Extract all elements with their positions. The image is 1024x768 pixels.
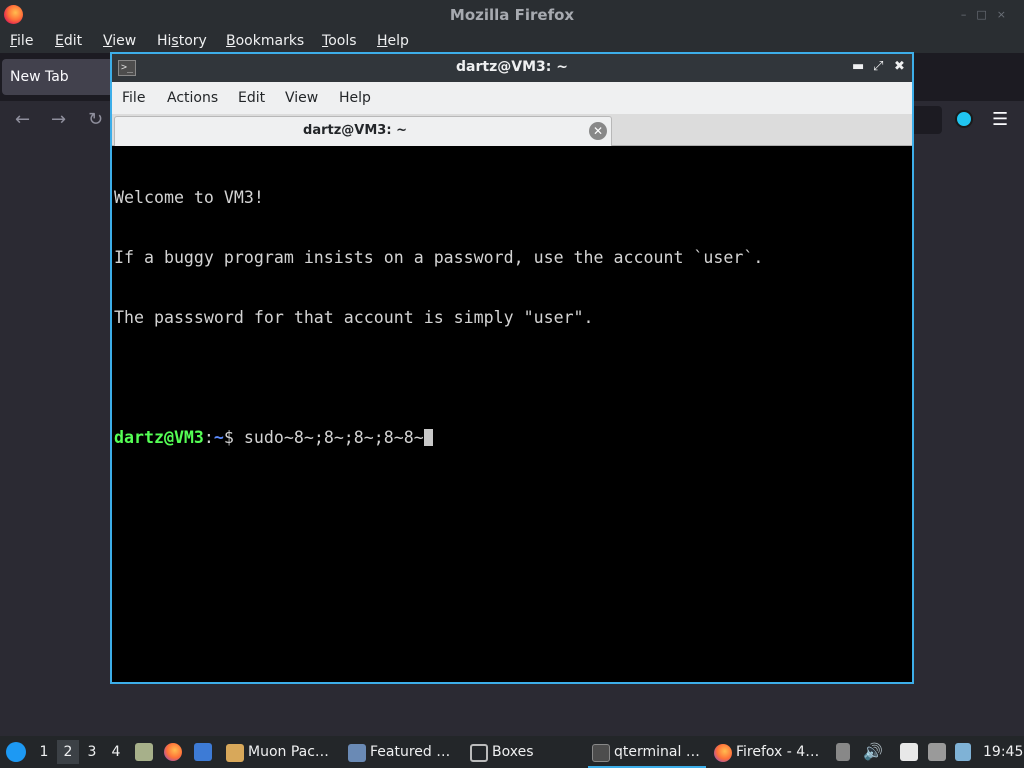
show-desktop-icon[interactable] [194, 743, 212, 761]
terminal-menubar: File Actions Edit View Help [112, 82, 912, 114]
ff-menu-bookmarks[interactable]: Bookmarks [226, 33, 304, 49]
firefox-icon [714, 744, 732, 762]
firefox-window-controls[interactable]: –□× [961, 8, 1016, 21]
ff-menu-history[interactable]: History [157, 33, 207, 49]
term-menu-actions[interactable]: Actions [167, 90, 218, 106]
ff-menu-file[interactable]: File [10, 33, 33, 49]
clipboard-icon[interactable] [900, 743, 918, 761]
term-menu-edit[interactable]: Edit [238, 90, 265, 106]
update-notifier-icon[interactable] [955, 743, 971, 761]
desktop-1[interactable]: 1 [33, 740, 55, 764]
application-launcher-icon[interactable] [6, 742, 26, 762]
prompt-symbol: $ [223, 428, 244, 447]
task-firefox[interactable]: Firefox - 4… [710, 738, 828, 768]
terminal-tabbar: dartz@VM3: ~ ✕ [112, 114, 912, 146]
ff-menu-tools[interactable]: Tools [322, 33, 357, 49]
terminal-line: The passsword for that account is simply… [114, 308, 594, 327]
terminal-window-title: dartz@VM3: ~ [456, 59, 568, 75]
terminal-icon [592, 744, 610, 762]
maximize-icon[interactable]: ⤢ [873, 59, 883, 74]
prompt-user-host: dartz@VM3 [114, 428, 204, 447]
command-input[interactable]: sudo~8~;8~;8~;8~8~ [244, 428, 424, 447]
boxes-icon [470, 744, 488, 762]
term-menu-file[interactable]: File [122, 90, 145, 106]
firefox-launcher-icon[interactable] [164, 743, 182, 761]
clock[interactable]: 19:45 [983, 744, 1023, 760]
hamburger-menu-icon[interactable]: ☰ [992, 109, 1008, 130]
task-boxes[interactable]: Boxes [466, 738, 584, 768]
desktop-2[interactable]: 2 [57, 740, 79, 764]
task-qterminal[interactable]: qterminal … [588, 738, 706, 768]
back-icon[interactable]: ← [15, 109, 30, 130]
volume-icon[interactable]: 🔊 [863, 742, 883, 761]
reload-icon[interactable]: ↻ [88, 109, 103, 130]
taskbar: 1 2 3 4 Muon Pac… Featured … Boxes qterm… [0, 736, 1024, 768]
task-muon-package-manager[interactable]: Muon Pac… [222, 738, 340, 768]
prompt-path: ~ [213, 428, 224, 447]
firefox-titlebar: Mozilla Firefox –□× [0, 0, 1024, 29]
file-manager-icon[interactable] [135, 743, 153, 761]
qterminal-window: >_ dartz@VM3: ~ ▬ ⤢ ✖ File Actions Edit … [110, 52, 914, 684]
ff-menu-help[interactable]: Help [377, 33, 409, 49]
discover-icon [348, 744, 366, 762]
ff-menu-edit[interactable]: Edit [55, 33, 82, 49]
term-menu-view[interactable]: View [285, 90, 318, 106]
terminal-tab-label: dartz@VM3: ~ [303, 123, 407, 138]
text-cursor [423, 429, 433, 446]
muon-package-icon [226, 744, 244, 762]
minimize-icon[interactable]: ▬ [852, 59, 864, 74]
forward-icon[interactable]: → [51, 109, 66, 130]
network-icon[interactable] [928, 743, 946, 761]
firefox-urlbar[interactable] [912, 106, 942, 134]
terminal-line: If a buggy program insists on a password… [114, 248, 764, 267]
desktop-4[interactable]: 4 [105, 740, 127, 764]
firefox-tab-new-tab[interactable]: New Tab [2, 59, 120, 95]
firefox-window-title: Mozilla Firefox [449, 6, 575, 24]
terminal-output[interactable]: Welcome to VM3! If a buggy program insis… [114, 146, 910, 682]
tray-scroll-icon[interactable] [836, 743, 850, 761]
firefox-menubar: File Edit View History Bookmarks Tools H… [0, 29, 1024, 53]
desktop-3[interactable]: 3 [81, 740, 103, 764]
terminal-titlebar: >_ dartz@VM3: ~ ▬ ⤢ ✖ [112, 54, 912, 82]
terminal-line: Welcome to VM3! [114, 188, 264, 207]
prompt-line: dartz@VM3:~$ sudo~8~;8~;8~;8~8~ [114, 428, 910, 448]
account-icon[interactable] [955, 110, 973, 128]
tab-close-icon[interactable]: ✕ [589, 122, 607, 140]
task-featured[interactable]: Featured … [344, 738, 462, 768]
prompt-colon: : [203, 428, 214, 447]
ff-menu-view[interactable]: View [103, 33, 136, 49]
terminal-tab[interactable]: dartz@VM3: ~ ✕ [114, 116, 612, 146]
term-menu-help[interactable]: Help [339, 90, 371, 106]
close-icon[interactable]: ✖ [894, 59, 905, 74]
